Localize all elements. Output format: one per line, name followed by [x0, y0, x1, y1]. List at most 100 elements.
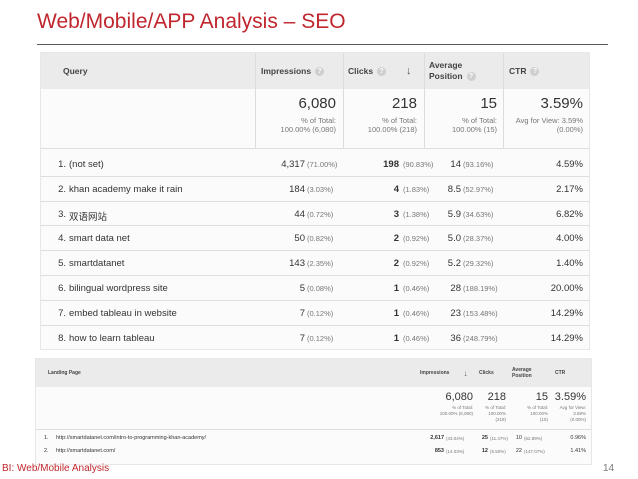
queries-table: Query Impressions ? Clicks ? ↓ Average P… — [40, 52, 590, 350]
clicks-pct-cell: (90.83%) — [403, 160, 434, 169]
row-index: 1. — [44, 435, 49, 441]
impressions-pct-cell: (0.12%) — [307, 333, 334, 343]
col-header-clicks[interactable]: Clicks ? ↓ — [348, 53, 412, 89]
total-ctr-pct: (0.00%) — [556, 125, 583, 134]
sort-descending-icon[interactable]: ↓ — [406, 65, 412, 77]
position-pct-cell: (93.16%) — [463, 160, 494, 169]
impressions-cell: 44 — [294, 208, 305, 220]
ctr-cell: 14.29% — [550, 332, 583, 344]
ctr-cell: 1.40% — [556, 258, 583, 270]
clicks-cell: 4 — [393, 183, 399, 195]
impressions-cell: 7 — [299, 307, 305, 319]
clicks-cell: 3 — [393, 208, 399, 220]
total-impressions-pct: 100.00% (6,080) — [280, 125, 336, 134]
total-ctr: 3.59% — [554, 391, 586, 403]
table-row[interactable]: 5. smartdatanet 143 (2.35%) 2 (0.92%) 5.2 (29.3… — [41, 251, 589, 276]
row-index: 1. — [58, 159, 66, 170]
query-cell[interactable]: bilingual wordpress site — [69, 283, 168, 294]
help-icon[interactable]: ? — [530, 66, 540, 76]
row-index: 3. — [58, 208, 66, 220]
query-cell[interactable]: khan academy make it rain — [69, 184, 183, 195]
clicks-cell: 12 — [481, 448, 488, 454]
query-cell[interactable]: (not set) — [69, 159, 104, 170]
table-row[interactable]: 2. khan academy make it rain 184 (3.03%) 4 (1… — [41, 177, 589, 202]
impressions-cell: 50 — [294, 233, 305, 245]
row-index: 6. — [58, 283, 66, 294]
table-row[interactable]: 3. 双语网站 44 (0.72%) 3 (1.38%) 5.9 (34.63%) 6.82% — [41, 202, 589, 227]
impressions-pct-cell: (71.00%) — [307, 160, 338, 169]
col-header-avg-position[interactable]: Average Position — [512, 359, 532, 387]
position-cell: 5.9 — [447, 208, 461, 220]
help-icon[interactable]: ? — [377, 66, 387, 76]
landing-pages-header: Landing Page Impressions ↓ Clicks Averag… — [36, 359, 591, 387]
table-row[interactable]: 1. (not set) 4,317 (71.00%) 198 (90.83%) 14 (93… — [41, 152, 589, 177]
ctr-cell: 6.82% — [556, 208, 583, 220]
total-position: 15 — [480, 95, 497, 112]
impressions-cell: 853 — [434, 448, 444, 454]
impressions-cell: 7 — [299, 332, 305, 344]
ctr-cell: 2.17% — [556, 183, 583, 195]
query-cell[interactable]: smartdatanet — [69, 258, 124, 269]
impressions-cell: 2,617 — [430, 435, 444, 441]
query-cell[interactable]: how to learn tableau — [69, 333, 155, 344]
col-header-clicks[interactable]: Clicks — [479, 359, 494, 387]
position-cell: 22 — [515, 448, 522, 454]
clicks-pct-cell: (0.92%) — [403, 234, 430, 244]
total-impressions-pct: 100.00% (6,080) — [439, 411, 473, 416]
table-row[interactable]: 4. smart data net 50 (0.82%) 2 (0.92%) 5.0 (28.… — [41, 226, 589, 251]
clicks-cell: 1 — [393, 307, 399, 319]
position-cell: 10 — [515, 435, 522, 441]
clicks-cell: 1 — [393, 332, 399, 344]
clicks-cell: 2 — [393, 258, 399, 270]
query-cell[interactable]: 双语网站 — [69, 209, 107, 223]
landing-page-link[interactable]: http://smartdatanet.com/ — [56, 448, 396, 454]
table-row[interactable]: 1. http://smartdatanet.com/intro-to-progr… — [36, 432, 591, 444]
sort-descending-icon[interactable]: ↓ — [463, 369, 467, 378]
table-row[interactable]: 8. how to learn tableau 7 (0.12%) 1 (0.46%) 36… — [41, 326, 589, 351]
total-position-count: (15) — [539, 417, 548, 422]
position-pct-cell: (28.37%) — [463, 234, 494, 244]
total-position: 15 — [535, 391, 548, 403]
landing-page-link[interactable]: http://smartdatanet.com/intro-to-program… — [56, 435, 396, 441]
table-row[interactable]: 2. http://smartdatanet.com/853 (14.03%) 12(… — [36, 445, 591, 457]
ctr-cell: 14.29% — [550, 307, 583, 319]
col-header-ctr[interactable]: CTR — [555, 359, 565, 387]
row-index: 4. — [58, 233, 66, 245]
total-impressions: 6,080 — [445, 391, 473, 403]
queries-table-header: Query Impressions ? Clicks ? ↓ Average P… — [41, 53, 589, 89]
col-header-avg-position[interactable]: Average Position ? — [429, 53, 476, 89]
position-cell: 5.0 — [447, 233, 461, 245]
query-cell[interactable]: smart data net — [69, 233, 130, 244]
clicks-pct-cell: (5.50%) — [490, 449, 506, 454]
ctr-cell: 1.41% — [570, 448, 586, 454]
col-header-ctr[interactable]: CTR ? — [509, 53, 540, 89]
row-index: 5. — [58, 258, 66, 270]
help-icon[interactable]: ? — [466, 71, 476, 81]
ctr-cell: 20.00% — [550, 283, 583, 294]
help-icon[interactable]: ? — [315, 66, 325, 76]
col-header-query[interactable]: Query — [63, 53, 88, 89]
query-cell[interactable]: embed tableau in website — [69, 308, 177, 319]
table-row[interactable]: 6. bilingual wordpress site 5 (0.08%) 1 (0.46… — [41, 276, 589, 301]
col-header-impressions[interactable]: Impressions ↓ — [420, 359, 467, 387]
footer-label: BI: Web/Mobile Analysis — [2, 463, 110, 474]
position-pct-cell: (34.63%) — [463, 209, 494, 219]
impressions-cell: 5 — [299, 283, 305, 294]
position-cell: 36 — [450, 332, 461, 344]
title-divider — [37, 44, 608, 45]
table-row[interactable]: 7. embed tableau in website 7 (0.12%) 1 (0.46… — [41, 301, 589, 326]
position-pct-cell: (147.07%) — [524, 449, 545, 454]
col-header-landing-page[interactable]: Landing Page — [48, 359, 81, 387]
clicks-pct-cell: (1.83%) — [403, 184, 430, 194]
row-divider — [41, 148, 589, 149]
total-clicks: 218 — [487, 391, 506, 403]
ctr-cell: 4.00% — [556, 233, 583, 245]
col-header-impressions[interactable]: Impressions ? — [261, 53, 325, 89]
total-clicks-pct: 100.00% (218) — [367, 125, 417, 134]
impressions-pct-cell: (0.12%) — [307, 308, 334, 318]
row-index: 2. — [58, 183, 66, 195]
page-number: 14 — [603, 463, 615, 474]
total-position-pct: 100.00% (15) — [451, 125, 497, 134]
clicks-pct-cell: (0.46%) — [403, 308, 430, 318]
row-index: 7. — [58, 307, 66, 319]
